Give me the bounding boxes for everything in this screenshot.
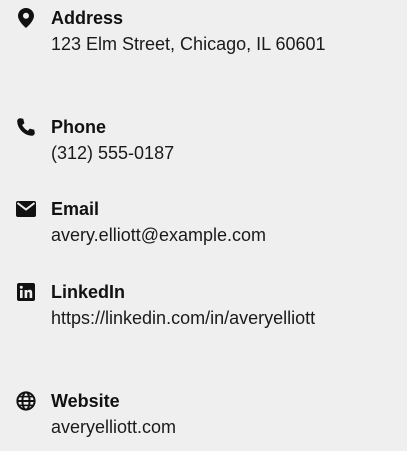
contact-label: Address <box>51 8 124 28</box>
contact-content: Website averyelliott.com <box>51 389 393 441</box>
map-marker-icon <box>16 8 36 28</box>
envelope-icon <box>16 199 36 219</box>
linkedin-value: https://linkedin.com/in/averyelliott <box>51 308 316 328</box>
linkedin-icon <box>16 282 36 302</box>
contact-label: Email <box>51 199 100 219</box>
phone-value: (312) 555-0187 <box>51 143 175 163</box>
contact-label: Website <box>51 391 120 411</box>
contact-label: LinkedIn <box>51 282 126 302</box>
website-value: averyelliott.com <box>51 417 177 437</box>
address-value: 123 Elm Street, Chicago, IL 60601 <box>51 34 326 54</box>
email-value: avery.elliott@example.com <box>51 225 267 245</box>
phone-icon <box>16 117 36 137</box>
contact-content: Address 123 Elm Street, Chicago, IL 6060… <box>51 6 393 58</box>
contact-label: Phone <box>51 117 107 137</box>
contact-content: Email avery.elliott@example.com <box>51 197 393 249</box>
contact-content: Phone (312) 555-0187 <box>51 115 393 167</box>
contact-content: LinkedIn https://linkedin.com/in/averyel… <box>51 280 393 332</box>
globe-icon <box>16 391 36 411</box>
contact-list: Address 123 Elm Street, Chicago, IL 6060… <box>0 0 407 451</box>
